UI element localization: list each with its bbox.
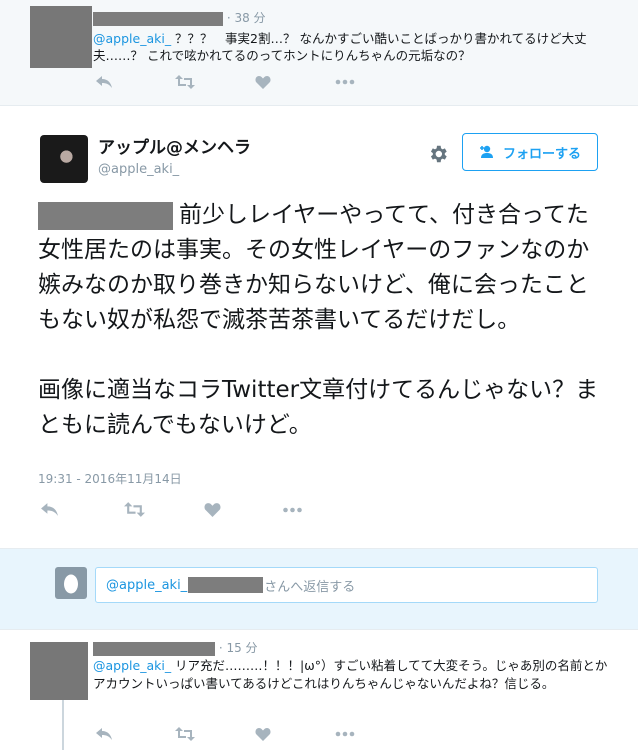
follow-button[interactable]: フォローする: [462, 133, 598, 171]
reply-button[interactable]: [95, 727, 175, 741]
tweet-header: · 38 分: [93, 10, 266, 26]
redacted-avatar[interactable]: [30, 642, 88, 700]
more-icon: [335, 79, 355, 85]
reply-icon: [41, 503, 58, 516]
egg-icon: [64, 574, 78, 594]
follow-person-icon: [479, 145, 493, 158]
tweet-actions: [95, 727, 415, 741]
reply-composer: @apple_aki_ さんへ返信する: [0, 549, 638, 630]
like-button[interactable]: [204, 502, 282, 517]
redacted-mention: [188, 577, 264, 593]
tweet-time[interactable]: · 15 分: [219, 641, 258, 655]
top-reply-tweet[interactable]: · 38 分 @apple_aki_ ？？？ 事実2割…？ なんかすごい酷いこと…: [0, 0, 638, 106]
heart-icon: [204, 503, 221, 517]
tweet-paragraph-2: 画像に適当なコラTwitter文章付けてるんじゃない？まともに読んでもないけど。: [38, 377, 599, 438]
retweet-button[interactable]: [175, 75, 255, 89]
tweet-actions: [95, 75, 415, 89]
tweet-body: リア充だ………！！！|ω°）すごい粘着してて大変そう。じゃあ別の名前とかアカウン…: [93, 658, 608, 691]
reply-button[interactable]: [40, 502, 124, 517]
avatar[interactable]: [40, 135, 88, 183]
more-button[interactable]: [335, 79, 415, 85]
follow-label: フォローする: [502, 146, 581, 162]
more-button[interactable]: [282, 507, 362, 513]
thread-line: [62, 700, 64, 750]
retweet-icon: [175, 727, 195, 741]
reply-icon: [96, 728, 112, 740]
redacted-username: [93, 641, 215, 656]
user-handle[interactable]: @apple_aki_: [98, 162, 179, 177]
mention-link[interactable]: @apple_aki_: [93, 658, 171, 673]
more-icon: [283, 507, 302, 512]
reply-mention: @apple_aki_: [106, 577, 188, 593]
retweet-button[interactable]: [175, 727, 255, 741]
redacted-username: [93, 11, 223, 26]
redacted-avatar[interactable]: [30, 6, 92, 68]
tweet-text: @apple_aki_ リア充だ………！！！|ω°）すごい粘着してて大変そう。じ…: [93, 657, 618, 693]
retweet-icon: [175, 75, 195, 89]
tweet-header: · 15 分: [93, 640, 258, 656]
tweet-text: @apple_aki_ ？？？ 事実2割…？ なんかすごい酷いことばっかり書かれ…: [93, 30, 608, 64]
tweet-timestamp[interactable]: 19:31 - 2016年11月14日: [38, 470, 182, 487]
reply-icon: [96, 76, 112, 88]
more-icon: [335, 731, 355, 737]
gear-icon[interactable]: [427, 143, 449, 165]
retweet-button[interactable]: [124, 502, 204, 517]
egg-avatar-icon: [55, 567, 87, 599]
heart-icon: [255, 76, 271, 89]
tweet-text: 前少しレイヤーやってて、付き合ってた女性居たのは事実。その女性レイヤーのファンな…: [38, 198, 610, 443]
redacted-mention: [38, 201, 173, 230]
like-button[interactable]: [255, 727, 335, 741]
mention-link[interactable]: @apple_aki_: [93, 31, 171, 46]
more-button[interactable]: [335, 731, 415, 737]
bottom-reply-tweet[interactable]: · 15 分 @apple_aki_ リア充だ………！！！|ω°）すごい粘着して…: [0, 630, 638, 750]
reply-button[interactable]: [95, 75, 175, 89]
tweet-actions: [40, 502, 362, 517]
tweet-time[interactable]: · 38 分: [227, 11, 266, 25]
like-button[interactable]: [255, 75, 335, 89]
retweet-icon: [124, 502, 145, 517]
reply-placeholder: さんへ返信する: [264, 579, 356, 595]
reply-input[interactable]: @apple_aki_ さんへ返信する: [95, 567, 598, 603]
display-name[interactable]: アップル@メンヘラ: [98, 137, 251, 159]
heart-icon: [255, 728, 271, 741]
